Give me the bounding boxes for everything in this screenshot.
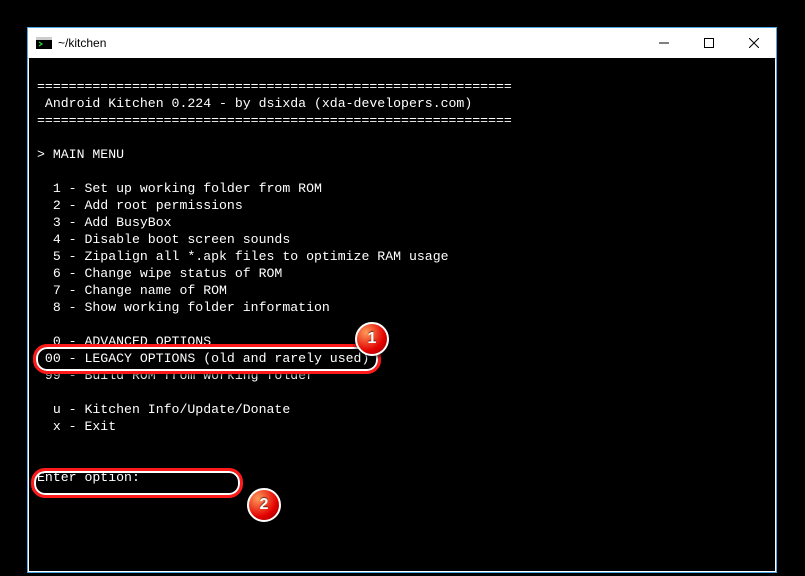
window-controls (641, 28, 776, 58)
menu-item: 00 - LEGACY OPTIONS (old and rarely used… (37, 351, 369, 366)
menu-item: 5 - Zipalign all *.apk files to optimize… (37, 249, 449, 264)
terminal-window: ~/kitchen ==============================… (27, 27, 777, 573)
menu-item: 8 - Show working folder information (37, 300, 330, 315)
minimize-button[interactable] (641, 28, 686, 58)
menu-item: x - Exit (37, 419, 116, 434)
titlebar[interactable]: ~/kitchen (28, 28, 776, 59)
prompt: Enter option: (37, 470, 140, 485)
menu-item: 99 - Build ROM from working folder (37, 368, 314, 383)
divider-line: ========================================… (37, 113, 512, 128)
menu-item: 7 - Change name of ROM (37, 283, 227, 298)
menu-item: 6 - Change wipe status of ROM (37, 266, 282, 281)
app-header: Android Kitchen 0.224 - by dsixda (xda-d… (37, 96, 472, 111)
menu-item: 1 - Set up working folder from ROM (37, 181, 322, 196)
window-title: ~/kitchen (58, 36, 641, 50)
menu-title: > MAIN MENU (37, 147, 124, 162)
terminal-output[interactable]: ========================================… (29, 58, 775, 571)
menu-item: u - Kitchen Info/Update/Donate (37, 402, 290, 417)
divider-line: ========================================… (37, 79, 512, 94)
app-icon (36, 36, 52, 50)
maximize-button[interactable] (686, 28, 731, 58)
menu-item-advanced: 0 - ADVANCED OPTIONS (37, 334, 211, 349)
menu-item: 2 - Add root permissions (37, 198, 243, 213)
menu-item: 4 - Disable boot screen sounds (37, 232, 290, 247)
menu-item: 3 - Add BusyBox (37, 215, 172, 230)
close-button[interactable] (731, 28, 776, 58)
